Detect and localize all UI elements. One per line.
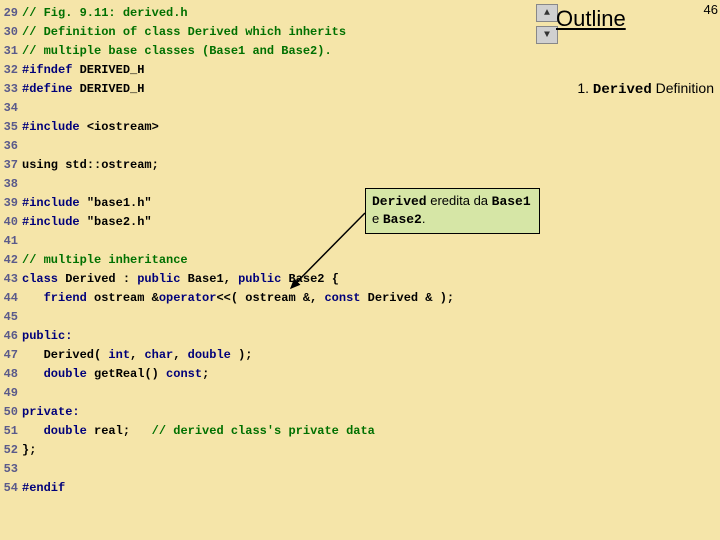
line-number: 46 [0, 327, 22, 346]
line-number: 38 [0, 175, 22, 194]
code-comment: // Definition of class Derived which inh… [22, 23, 346, 42]
code-preproc: #include [22, 196, 87, 210]
code-keyword: int [108, 348, 130, 362]
arrow-up-icon[interactable]: ▲ [536, 4, 558, 22]
code-keyword: operator [159, 291, 217, 305]
line-number: 47 [0, 346, 22, 365]
line-number: 30 [0, 23, 22, 42]
code-token: DERIVED_H [80, 82, 145, 96]
line-number: 42 [0, 251, 22, 270]
callout-word: Derived [372, 194, 427, 209]
code-token: }; [22, 441, 36, 460]
code-token: , [130, 348, 144, 362]
outline-title: Outline [556, 6, 626, 31]
note-suffix: Definition [652, 80, 714, 96]
note-code: Derived [593, 82, 652, 98]
callout-box: Derived eredita da Base1 e Base2. [365, 188, 540, 234]
note-prefix: 1. [577, 80, 593, 96]
callout-text: eredita da [427, 193, 492, 208]
code-token: Derived & ); [360, 291, 454, 305]
code-token: DERIVED_H [80, 63, 145, 77]
code-keyword: public [238, 272, 281, 286]
line-number: 35 [0, 118, 22, 137]
code-keyword: friend [22, 291, 87, 305]
line-number: 43 [0, 270, 22, 289]
code-comment: // multiple inheritance [22, 251, 188, 270]
line-number: 33 [0, 80, 22, 99]
code-token: ); [231, 348, 253, 362]
code-token: Derived : [58, 272, 137, 286]
code-preproc: #endif [22, 479, 65, 498]
code-token [22, 424, 44, 438]
line-number: 39 [0, 194, 22, 213]
code-preproc: #include [22, 215, 87, 229]
code-token: getReal() [87, 367, 166, 381]
callout-word: Base2 [383, 212, 422, 227]
code-preproc: #ifndef [22, 63, 80, 77]
callout-word: Base1 [492, 194, 531, 209]
callout-text: e [372, 211, 383, 226]
line-number: 41 [0, 232, 22, 251]
line-number: 37 [0, 156, 22, 175]
code-keyword: double [188, 348, 231, 362]
line-number: 34 [0, 99, 22, 118]
code-listing: 29// Fig. 9.11: derived.h 30// Definitio… [0, 0, 720, 498]
code-token: "base1.h" [87, 196, 152, 210]
code-keyword: double [44, 367, 87, 381]
line-number: 29 [0, 4, 22, 23]
line-number: 32 [0, 61, 22, 80]
code-keyword: class [22, 272, 58, 286]
code-token: <iostream> [87, 120, 159, 134]
code-keyword: public: [22, 327, 72, 346]
arrow-down-icon[interactable]: ▼ [536, 26, 558, 44]
code-token: real; [87, 424, 152, 438]
code-token: , [173, 348, 187, 362]
code-keyword: private: [22, 403, 80, 422]
code-token: ; [202, 367, 209, 381]
code-token: Base2 { [281, 272, 339, 286]
callout-text: . [422, 211, 426, 226]
line-number: 54 [0, 479, 22, 498]
code-token: Base1, [180, 272, 238, 286]
code-keyword: const [166, 367, 202, 381]
code-keyword: const [324, 291, 360, 305]
code-token: std::ostream; [65, 158, 159, 172]
nav-arrows: ▲ ▼ [536, 4, 558, 44]
code-token [22, 367, 44, 381]
code-token: Derived( [22, 348, 108, 362]
code-token: using [22, 158, 65, 172]
outline-panel: Outline [556, 6, 706, 32]
code-comment: // derived class's private data [152, 424, 375, 438]
code-preproc: #include [22, 120, 87, 134]
code-preproc: #define [22, 82, 80, 96]
line-number: 51 [0, 422, 22, 441]
code-token: ostream & [87, 291, 159, 305]
line-number: 48 [0, 365, 22, 384]
code-comment: // Fig. 9.11: derived.h [22, 4, 188, 23]
line-number: 44 [0, 289, 22, 308]
code-keyword: double [44, 424, 87, 438]
code-token: <<( ostream &, [216, 291, 324, 305]
line-number: 45 [0, 308, 22, 327]
code-comment: // multiple base classes (Base1 and Base… [22, 42, 332, 61]
outline-item-1: 1. Derived Definition [577, 80, 714, 98]
line-number: 40 [0, 213, 22, 232]
line-number: 52 [0, 441, 22, 460]
code-keyword: char [144, 348, 173, 362]
line-number: 49 [0, 384, 22, 403]
line-number: 36 [0, 137, 22, 156]
line-number: 50 [0, 403, 22, 422]
code-token: "base2.h" [87, 215, 152, 229]
code-keyword: public [137, 272, 180, 286]
line-number: 53 [0, 460, 22, 479]
line-number: 31 [0, 42, 22, 61]
